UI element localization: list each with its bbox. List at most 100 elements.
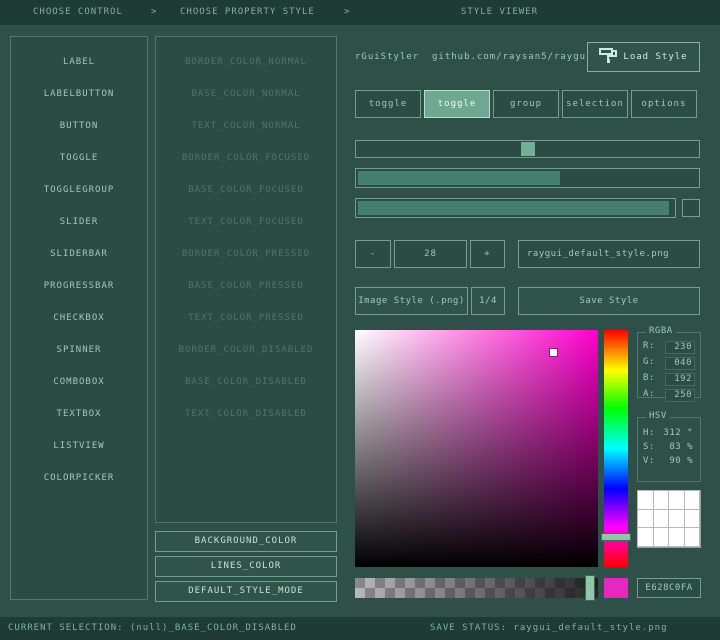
toggle-item-4[interactable]: options [631,90,697,118]
property-item[interactable]: TEXT_COLOR_DISABLED [156,398,336,430]
load-style-button[interactable]: Load Style [587,42,700,72]
alpha-bar[interactable] [355,578,598,598]
export-format-combobox[interactable]: Image Style (.png) [355,287,468,315]
load-style-label: Load Style [623,52,687,62]
properties-listview: BORDER_COLOR_NORMAL BASE_COLOR_NORMAL TE… [155,36,337,523]
control-item-slider[interactable]: SLIDER [11,206,147,238]
paint-roller-icon [599,48,617,67]
property-item[interactable]: BASE_COLOR_PRESSED [156,270,336,302]
palette-cell[interactable] [653,490,670,510]
slider-bar[interactable] [355,168,700,188]
controls-listview: LABEL LABELBUTTON BUTTON TOGGLE TOGGLEGR… [10,36,148,600]
control-item-textbox[interactable]: TEXTBOX [11,398,147,430]
background-color-button[interactable]: BACKGROUND_COLOR [155,531,337,552]
spinner-increment-button[interactable]: + [470,240,505,268]
slider-bar-fill [358,171,560,185]
palette-cell[interactable] [637,490,654,510]
property-item[interactable]: BORDER_COLOR_FOCUSED [156,142,336,174]
control-item-label[interactable]: LABEL [11,46,147,78]
app-title: rGuiStyler [355,42,419,72]
section-choose-control: CHOOSE CONTROL [33,0,123,25]
bottom-statusbar: CURRENT SELECTION: (null)_BASE_COLOR_DIS… [0,617,720,640]
property-item[interactable]: TEXT_COLOR_NORMAL [156,110,336,142]
property-item[interactable]: BORDER_COLOR_DISABLED [156,334,336,366]
property-item[interactable]: TEXT_COLOR_FOCUSED [156,206,336,238]
control-item-checkbox[interactable]: CHECKBOX [11,302,147,334]
property-item[interactable]: BASE_COLOR_NORMAL [156,78,336,110]
control-item-toggle[interactable]: TOGGLE [11,142,147,174]
palette-cell[interactable] [684,527,701,547]
control-item-button[interactable]: BUTTON [11,110,147,142]
g-label: G: [643,357,655,370]
b-value: 192 [665,373,695,386]
palette-cell[interactable] [684,509,701,529]
h-label: H: [643,428,655,439]
toggle-item-3[interactable]: selection [562,90,628,118]
control-item-togglegroup[interactable]: TOGGLEGROUP [11,174,147,206]
control-item-labelbutton[interactable]: LABELBUTTON [11,78,147,110]
selected-color-swatch [604,578,628,598]
section-style-viewer: STYLE VIEWER [461,0,538,25]
current-selection-status: CURRENT SELECTION: (null)_BASE_COLOR_DIS… [8,617,297,640]
slider[interactable] [355,140,700,158]
chevron-right-icon: > [151,0,157,25]
save-status: SAVE STATUS: raygui_default_style.png [430,617,667,640]
color-picker-cursor[interactable] [550,349,557,356]
palette-cell[interactable] [637,509,654,529]
property-item[interactable]: BASE_COLOR_DISABLED [156,366,336,398]
hsv-title: HSV [646,411,670,421]
palette-cell[interactable] [653,509,670,529]
palette-cell[interactable] [653,527,670,547]
repo-link[interactable]: github.com/raysan5/raygui [432,42,592,72]
s-value: 83 % [667,442,695,453]
section-choose-property-style: CHOOSE PROPERTY STYLE [180,0,315,25]
default-style-mode-button[interactable]: DEFAULT_STYLE_MODE [155,581,337,602]
b-label: B: [643,373,655,386]
save-style-button[interactable]: Save Style [518,287,700,315]
filename-input[interactable] [518,240,700,268]
alpha-bar-cursor[interactable] [585,575,595,601]
palette-cell[interactable] [684,490,701,510]
palette-cell[interactable] [668,509,685,529]
spinner-value[interactable]: 28 [394,240,467,268]
rguistyler-window: CHOOSE CONTROL > CHOOSE PROPERTY STYLE >… [0,0,720,640]
combobox-counter[interactable]: 1/4 [471,287,505,315]
palette-cell[interactable] [637,527,654,547]
slider-handle[interactable] [521,142,535,156]
r-value: 230 [665,341,695,354]
palette-cell[interactable] [668,490,685,510]
color-saturation-value-panel[interactable] [355,330,598,567]
a-label: A: [643,389,655,402]
property-item[interactable]: BORDER_COLOR_PRESSED [156,238,336,270]
color-palette-grid [637,490,701,548]
control-item-spinner[interactable]: SPINNER [11,334,147,366]
lines-color-button[interactable]: LINES_COLOR [155,556,337,577]
a-value: 250 [665,389,695,402]
control-item-combobox[interactable]: COMBOBOX [11,366,147,398]
toggle-item-0[interactable]: toggle [355,90,421,118]
spinner-decrement-button[interactable]: - [355,240,391,268]
r-label: R: [643,341,655,354]
control-item-progressbar[interactable]: PROGRESSBAR [11,270,147,302]
hsv-groupbox: HSV H:312 ° S:83 % V:90 % [637,417,701,482]
toggle-item-1-active[interactable]: toggle [424,90,490,118]
control-item-colorpicker[interactable]: COLORPICKER [11,462,147,494]
property-item[interactable]: BORDER_COLOR_NORMAL [156,46,336,78]
control-item-listview[interactable]: LISTVIEW [11,430,147,462]
s-label: S: [643,442,655,453]
v-label: V: [643,456,655,467]
chevron-right-icon: > [344,0,350,25]
control-item-sliderbar[interactable]: SLIDERBAR [11,238,147,270]
progress-bar-fill [358,201,669,215]
hue-bar-cursor[interactable] [601,533,631,541]
rgba-title: RGBA [646,326,676,336]
property-item[interactable]: BASE_COLOR_FOCUSED [156,174,336,206]
toggle-item-2[interactable]: group [493,90,559,118]
hue-bar[interactable] [604,330,628,567]
palette-cell[interactable] [668,527,685,547]
property-item[interactable]: TEXT_COLOR_PRESSED [156,302,336,334]
hex-color-input[interactable]: E628C0FA [637,578,701,598]
rgba-groupbox: RGBA R:230 G:040 B:192 A:250 [637,332,701,398]
v-value: 90 % [667,456,695,467]
checkbox[interactable] [682,199,700,217]
